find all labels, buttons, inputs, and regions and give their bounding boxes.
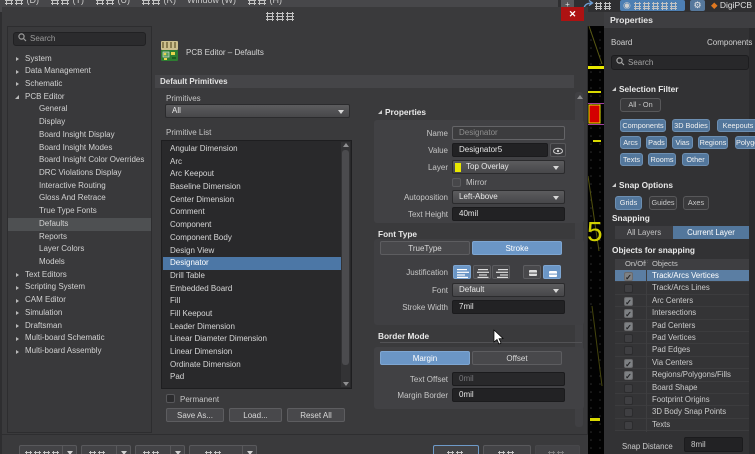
svg-text:5: 5 [588, 216, 603, 247]
